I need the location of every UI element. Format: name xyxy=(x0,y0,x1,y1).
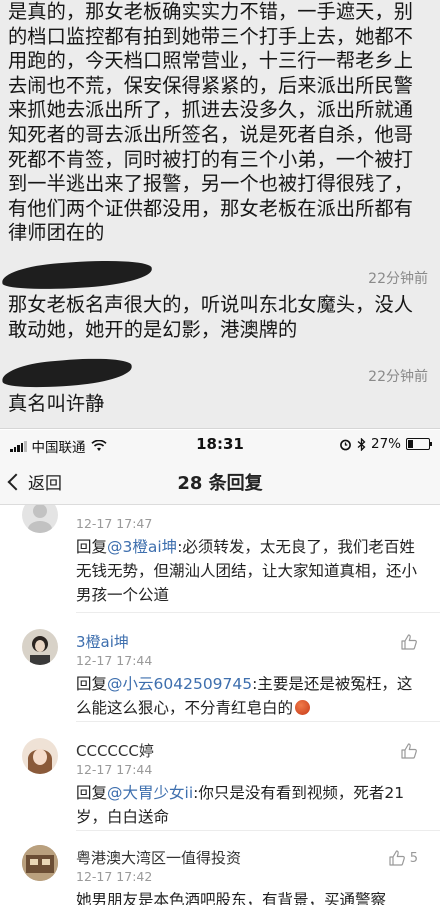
chat-message: 真名叫许静 xyxy=(8,392,105,415)
avatar[interactable] xyxy=(22,845,58,881)
avatar[interactable] xyxy=(22,738,58,774)
comment-text: 回复@小云6042509745:主要是还是被冤枉，这么能这么狠心，不分青红皂白的 xyxy=(76,675,413,717)
avatar[interactable] xyxy=(22,505,58,533)
comment-list: 12-17 17:47 回复@3橙ai坤:必须转发，太无良了，我们老百姓无钱无势… xyxy=(0,505,440,905)
battery-icon xyxy=(406,438,432,450)
bluetooth-icon xyxy=(357,437,366,451)
mention-link[interactable]: @小云6042509745 xyxy=(107,675,252,693)
comment-author[interactable]: 3橙ai坤 xyxy=(76,631,129,652)
like-count: 5 xyxy=(409,850,418,866)
message-time: 22分钟前 xyxy=(368,369,428,385)
angry-emoji-icon xyxy=(295,700,311,715)
comment-text: 回复@大胃少女ii:你只是没有看到视频，死者21岁，白白送命 xyxy=(76,784,405,826)
like-button[interactable] xyxy=(400,633,418,651)
chat-message: 是真的，那女老板确实实力不错，一手遮天，别的档口监控都有拍到她带三个打手上去，她… xyxy=(8,0,414,245)
thumbs-up-icon xyxy=(389,850,405,866)
divider xyxy=(0,428,440,429)
thumbs-up-icon xyxy=(401,743,417,759)
divider xyxy=(76,721,440,722)
comment-text: 她男朋友是本色酒吧股东，有背景，买通警察 xyxy=(76,891,387,905)
mention-link[interactable]: @大胃少女ii xyxy=(107,784,193,802)
status-bar: 中国联通 18:31 27% xyxy=(0,430,440,458)
comment-author[interactable]: 粤港澳大湾区一值得投资 xyxy=(76,847,241,868)
comment-time: 12-17 17:44 xyxy=(76,653,153,668)
comment-text: 回复@3橙ai坤:必须转发，太无良了，我们老百姓无钱无势，但潮汕人团结，让大家知… xyxy=(76,538,418,604)
chat-screenshot: 是真的，那女老板确实实力不错，一手遮天，别的档口监控都有拍到她带三个打手上去，她… xyxy=(0,0,440,428)
like-button[interactable] xyxy=(400,742,418,760)
mention-link[interactable]: @3橙ai坤 xyxy=(107,538,177,556)
divider xyxy=(76,612,440,613)
page-title: 28 条回复 xyxy=(177,473,263,494)
divider xyxy=(76,830,440,831)
comment-author[interactable]: CCCCCC婷 xyxy=(76,740,154,761)
comment-time: 12-17 17:44 xyxy=(76,762,153,777)
chat-message: 那女老板名声很大的，听说叫东北女魔头，没人敢动她，她开的是幻影，港澳牌的 xyxy=(8,293,414,341)
thumbs-up-icon xyxy=(401,634,417,650)
redacted-username xyxy=(1,354,133,392)
like-button[interactable]: 5 xyxy=(388,849,418,867)
message-time: 22分钟前 xyxy=(368,271,428,287)
battery-percent: 27% xyxy=(370,436,401,452)
alarm-icon xyxy=(340,439,351,450)
redacted-username xyxy=(1,256,153,294)
comment-time: 12-17 17:42 xyxy=(76,869,153,884)
comment-time: 12-17 17:47 xyxy=(76,516,153,531)
avatar[interactable] xyxy=(22,629,58,665)
nav-bar: 返回 28 条回复 xyxy=(0,458,440,505)
